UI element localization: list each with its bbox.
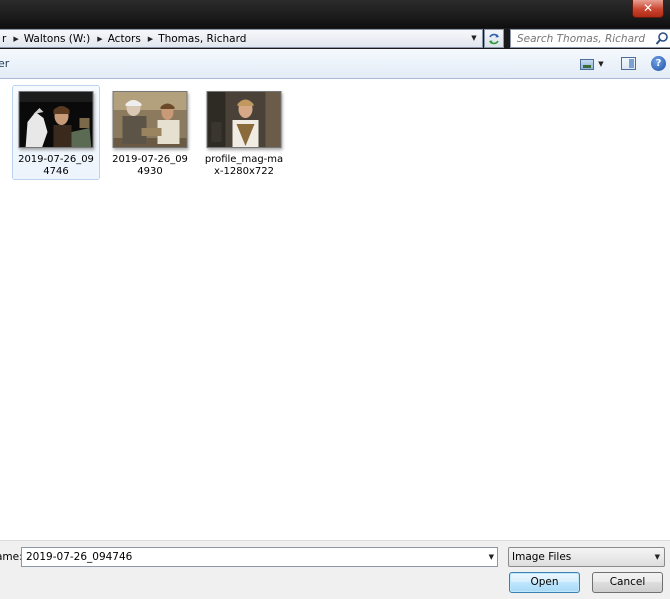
file-name: 2019-07-26_094930: [112, 154, 188, 177]
chevron-right-icon[interactable]: ▶: [10, 35, 21, 43]
file-list[interactable]: 2019-07-26_094746 2019-07-26_094930 prof…: [0, 79, 670, 540]
file-name-field[interactable]: [22, 548, 477, 566]
file-name: profile_mag-max-1280x722: [204, 154, 284, 177]
breadcrumb-item-thomas-richard[interactable]: Thomas, Richard: [156, 33, 250, 45]
chevron-down-icon[interactable]: ▼: [489, 548, 494, 566]
open-button[interactable]: Open: [509, 572, 580, 593]
close-icon: ✕: [642, 1, 654, 15]
command-bar: er ▼ ?: [0, 49, 670, 79]
breadcrumb-item-waltons[interactable]: Waltons (W:): [22, 33, 95, 45]
breadcrumb[interactable]: r ▶ Waltons (W:) ▶ Actors ▶ Thomas, Rich…: [0, 29, 483, 48]
refresh-icon: [489, 33, 499, 45]
bottom-panel: ame: ▼ Image Files ▼ Open Cancel: [0, 540, 670, 599]
title-bar: ✕: [0, 0, 670, 28]
breadcrumb-item[interactable]: r: [0, 33, 10, 45]
refresh-button[interactable]: [484, 29, 504, 48]
cancel-button[interactable]: Cancel: [592, 572, 663, 593]
file-name: 2019-07-26_094746: [18, 154, 94, 177]
new-folder-button[interactable]: er: [0, 57, 9, 70]
address-row: r ▶ Waltons (W:) ▶ Actors ▶ Thomas, Rich…: [0, 28, 670, 49]
chevron-right-icon[interactable]: ▶: [145, 35, 156, 43]
chevron-down-icon[interactable]: ▼: [598, 60, 603, 68]
preview-pane-icon[interactable]: [621, 57, 636, 70]
file-tile-profile-mag-max[interactable]: profile_mag-max-1280x722: [200, 85, 288, 180]
search-input[interactable]: [511, 30, 651, 47]
search-icon[interactable]: [655, 31, 669, 46]
chevron-down-icon[interactable]: ▼: [655, 548, 660, 566]
image-thumbnail: [112, 91, 188, 148]
chevron-right-icon[interactable]: ▶: [94, 35, 105, 43]
change-view-button[interactable]: ▼: [575, 55, 609, 73]
image-thumbnail: [18, 91, 94, 148]
file-type-value: Image Files: [512, 551, 572, 563]
image-thumbnail: [206, 91, 282, 148]
breadcrumb-item-actors[interactable]: Actors: [106, 33, 145, 45]
search-box[interactable]: [510, 29, 670, 48]
file-name-combo[interactable]: ▼: [21, 547, 498, 567]
file-name-label: ame:: [0, 551, 23, 563]
help-icon[interactable]: ?: [651, 56, 666, 71]
file-tile-2019-07-26-094746[interactable]: 2019-07-26_094746: [12, 85, 100, 180]
views-icon: [580, 58, 595, 70]
file-type-select[interactable]: Image Files ▼: [508, 547, 665, 567]
file-tile-2019-07-26-094930[interactable]: 2019-07-26_094930: [106, 85, 194, 180]
address-history-dropdown-icon[interactable]: ▼: [468, 30, 480, 47]
close-button[interactable]: ✕: [632, 0, 664, 18]
